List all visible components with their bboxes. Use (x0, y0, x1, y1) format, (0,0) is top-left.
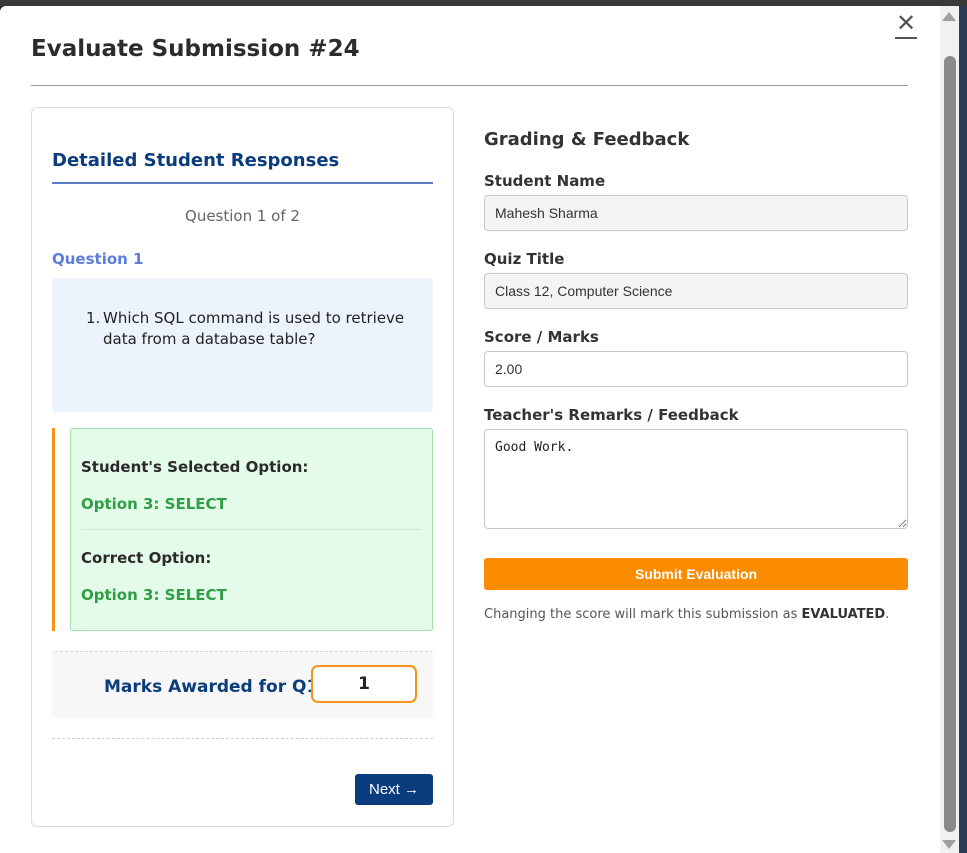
score-field[interactable] (484, 351, 908, 387)
answer-divider (81, 529, 422, 530)
correct-option-label: Correct Option: (81, 549, 212, 567)
remarks-textarea[interactable]: Good Work. (484, 429, 908, 529)
selected-option-value: Option 3: SELECT (81, 495, 227, 513)
close-button[interactable]: ✕ (893, 9, 919, 39)
question-box: 1. Which SQL command is used to retrieve… (52, 278, 433, 412)
marks-awarded-input[interactable] (311, 665, 417, 703)
question-number: 1. (86, 309, 101, 327)
background-edge (959, 6, 967, 853)
responses-heading-rule (52, 182, 433, 184)
close-icon[interactable]: ✕ (896, 9, 916, 37)
quiz-title-label: Quiz Title (484, 250, 565, 268)
nav-divider (52, 738, 433, 739)
correct-option-value: Option 3: SELECT (81, 586, 227, 604)
triangle-up-icon[interactable] (942, 12, 956, 21)
answer-accent-bar (52, 428, 55, 631)
student-responses-panel: Detailed Student Responses Question 1 of… (31, 107, 454, 827)
submit-evaluation-button[interactable]: Submit Evaluation (484, 558, 908, 590)
student-name-label: Student Name (484, 172, 606, 190)
question-text: 1. Which SQL command is used to retrieve… (86, 308, 406, 350)
student-name-field[interactable] (484, 195, 908, 231)
answer-comparison: Student's Selected Option: Option 3: SEL… (52, 428, 433, 631)
quiz-title-field[interactable] (484, 273, 908, 309)
question-label: Question 1 (52, 250, 144, 268)
help-text-prefix: Changing the score will mark this submis… (484, 607, 802, 622)
question-body: Which SQL command is used to retrieve da… (103, 309, 405, 348)
title-divider (31, 85, 908, 86)
grading-heading: Grading & Feedback (484, 129, 690, 150)
evaluation-help-text: Changing the score will mark this submis… (484, 607, 889, 622)
scrollbar-thumb[interactable] (944, 56, 956, 832)
triangle-down-icon[interactable] (942, 840, 956, 849)
remarks-label: Teacher's Remarks / Feedback (484, 406, 739, 424)
marks-awarded-label: Marks Awarded for Q1: (104, 677, 326, 697)
close-underline (895, 37, 917, 39)
selected-option-label: Student's Selected Option: (81, 458, 309, 476)
score-label: Score / Marks (484, 328, 599, 346)
marks-awarded-row: Marks Awarded for Q1: (52, 651, 433, 718)
next-button[interactable]: Next → (355, 774, 433, 805)
help-text-status: EVALUATED (801, 607, 886, 622)
answer-box: Student's Selected Option: Option 3: SEL… (70, 428, 433, 631)
responses-heading: Detailed Student Responses (52, 150, 340, 171)
evaluate-modal: ✕ Evaluate Submission #24 Detailed Stude… (0, 6, 940, 853)
question-counter: Question 1 of 2 (185, 207, 300, 225)
modal-title: Evaluate Submission #24 (31, 36, 360, 62)
help-text-suffix: . (885, 607, 890, 622)
